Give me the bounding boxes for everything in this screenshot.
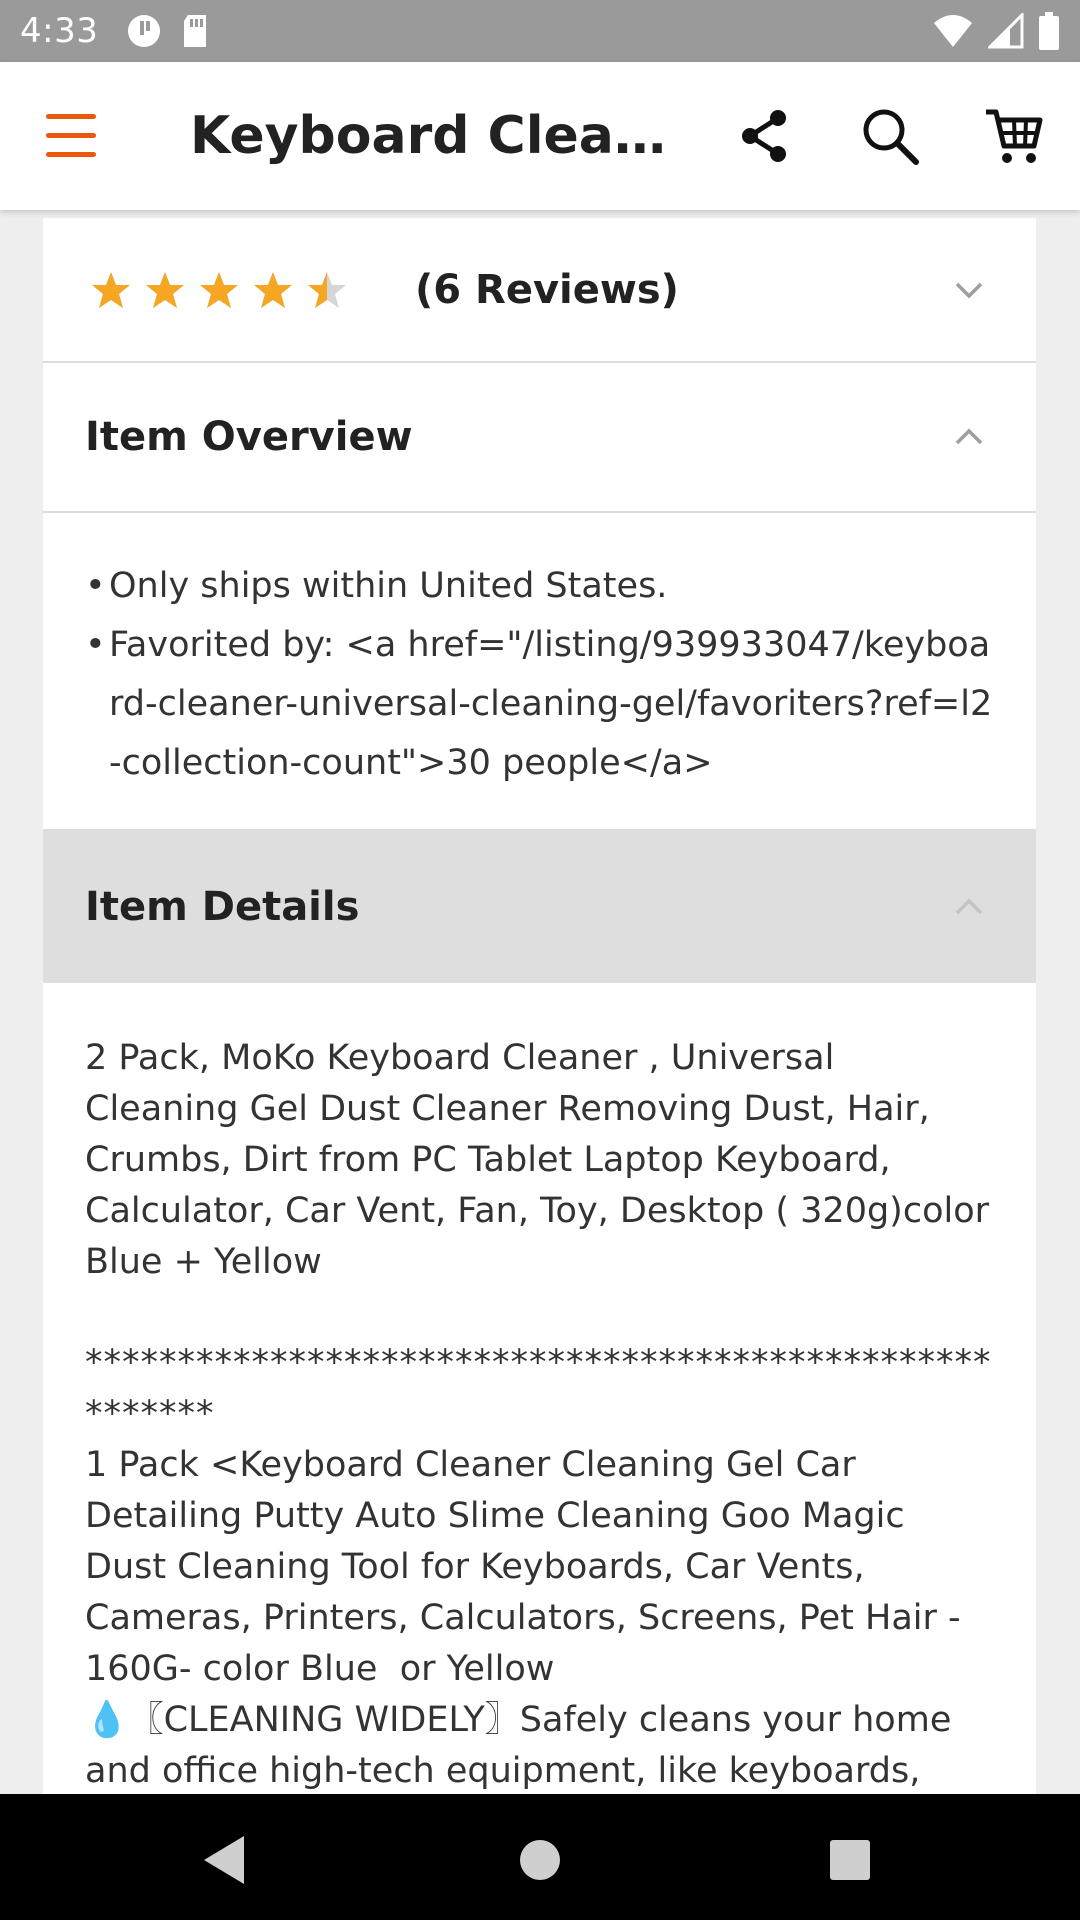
item-details-title: Item Details [85, 884, 360, 930]
search-icon[interactable] [860, 106, 920, 166]
list-item: • Favorited by: <a href="/listing/939933… [85, 616, 996, 793]
overview-bullet-text: Only ships within United States. [109, 566, 668, 606]
data-saver-icon [128, 15, 161, 47]
system-nav-bar [0, 1794, 1080, 1920]
status-time: 4:33 [20, 11, 99, 51]
page-title: Keyboard Cleaner Universal Cleaning Gel [190, 106, 680, 166]
star-icon [308, 271, 346, 308]
star-icon [146, 271, 184, 308]
sd-card-icon [184, 15, 207, 47]
list-item: • Only ships within United States. [85, 557, 996, 616]
chevron-up-icon [955, 898, 983, 915]
chevron-up-icon [955, 428, 983, 445]
menu-icon[interactable] [46, 114, 98, 158]
star-icon [200, 271, 238, 308]
app-bar: Keyboard Cleaner Universal Cleaning Gel [0, 62, 1080, 210]
details-paragraph: 1 Pack <Keyboard Cleaner Cleaning Gel Ca… [85, 1445, 972, 1689]
details-separator: ****************************************… [85, 1343, 992, 1434]
star-icon [254, 271, 292, 308]
reviews-row[interactable]: (6 Reviews) [43, 218, 1036, 363]
details-paragraph: 💧〖CLEANING WIDELY〗Safely cleans your hom… [85, 1700, 963, 1791]
wifi-icon [934, 15, 972, 47]
star-icon [92, 271, 130, 308]
status-bar: 4:33 [0, 0, 1080, 62]
rating-stars [91, 270, 347, 310]
item-overview-body: • Only ships within United States. • Fav… [43, 513, 1036, 831]
signal-icon [988, 13, 1024, 49]
item-details-header[interactable]: Item Details [43, 831, 1036, 983]
details-paragraph: 2 Pack, MoKo Keyboard Cleaner , Universa… [85, 1038, 1012, 1282]
share-icon[interactable] [734, 106, 794, 166]
battery-icon [1039, 12, 1059, 50]
recents-icon[interactable] [820, 1830, 880, 1890]
home-icon[interactable] [510, 1830, 570, 1890]
back-icon[interactable] [196, 1830, 256, 1890]
chevron-down-icon [955, 282, 983, 298]
item-details-body: 2 Pack, MoKo Keyboard Cleaner , Universa… [43, 983, 1036, 1794]
reviews-count: (6 Reviews) [415, 266, 679, 313]
cart-icon[interactable] [984, 106, 1044, 166]
overview-bullet-text: Favorited by: <a href="/listing/93993304… [109, 625, 993, 783]
item-overview-header[interactable]: Item Overview [43, 363, 1036, 513]
item-overview-title: Item Overview [85, 414, 413, 460]
item-content: (6 Reviews) Item Overview • Only ships w… [43, 218, 1036, 1794]
